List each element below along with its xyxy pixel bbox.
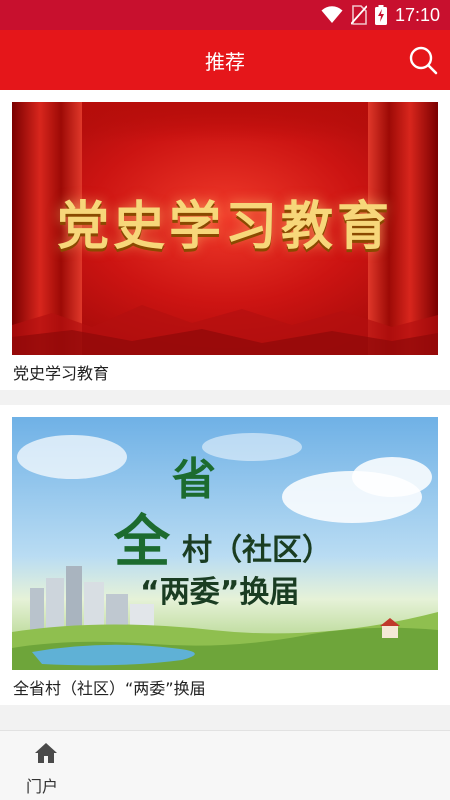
app-bar: 推荐 xyxy=(0,30,450,90)
mountain-silhouette xyxy=(12,305,438,355)
banner-image-party-history[interactable]: 党史学习教育 xyxy=(12,102,438,355)
status-bar: 17:10 xyxy=(0,0,450,30)
banner-image-village-election[interactable]: 全 省 村（社区） “两委”换届 xyxy=(12,417,438,670)
page-title: 推荐 xyxy=(205,50,245,74)
feed-card-village-election[interactable]: 全 省 村（社区） “两委”换届 全省村（社区）“两委”换届 xyxy=(0,405,450,705)
banner-text-top: 省 xyxy=(172,454,216,505)
card-title[interactable]: 党史学习教育 xyxy=(13,360,109,384)
no-sim-icon xyxy=(350,5,367,25)
nav-label: 门户 xyxy=(26,777,59,796)
banner-headline: 党史学习教育 xyxy=(56,197,393,257)
feed-card-party-history[interactable]: 党史学习教育 党史学习教育 xyxy=(0,90,450,390)
search-icon[interactable] xyxy=(408,45,438,75)
bottom-nav: 门户 xyxy=(0,730,450,800)
status-icons: 17:10 xyxy=(321,5,440,25)
wifi-icon xyxy=(321,6,343,23)
feed-list[interactable]: 党史学习教育 党史学习教育 全 省 村（社区） “两委”换届 全省村（社区）“两… xyxy=(0,90,450,730)
landscape-illustration xyxy=(12,566,438,670)
battery-charging-icon xyxy=(374,5,387,25)
status-time: 17:10 xyxy=(394,4,440,25)
card-title[interactable]: 全省村（社区）“两委”换届 xyxy=(13,675,206,699)
home-icon xyxy=(35,743,57,763)
nav-item-portal[interactable]: 门户 xyxy=(22,739,68,796)
